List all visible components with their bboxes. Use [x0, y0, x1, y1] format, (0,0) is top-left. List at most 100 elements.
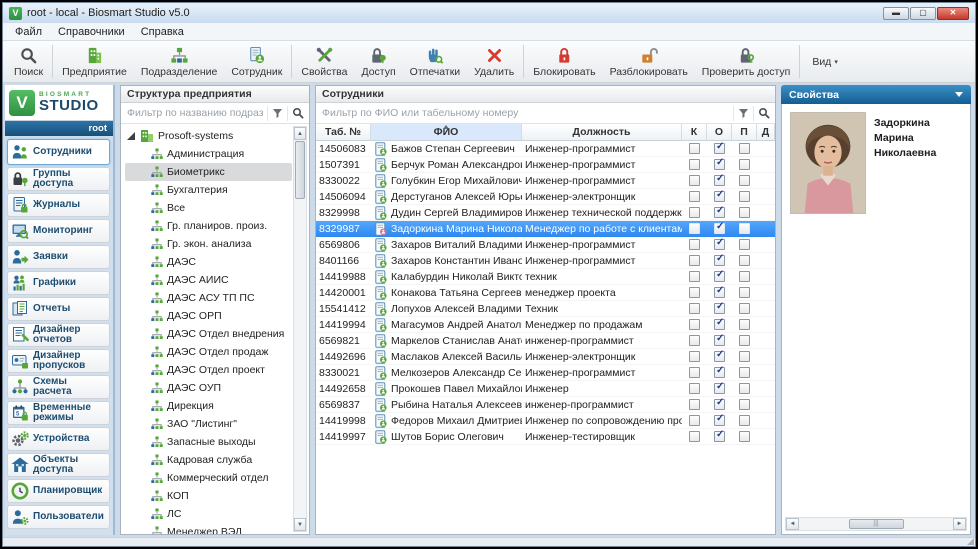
- scroll-thumb[interactable]: [849, 519, 904, 529]
- tree-item-18[interactable]: Коммерческий отдел: [125, 469, 292, 487]
- checkbox-o[interactable]: [714, 415, 725, 426]
- checkbox-k[interactable]: [689, 415, 700, 426]
- search-icon[interactable]: [753, 106, 773, 121]
- tree-item-9[interactable]: ДАЭС ОРП: [125, 307, 292, 325]
- tree-item-19[interactable]: КОП: [125, 487, 292, 505]
- tree-item-7[interactable]: ДАЭС АИИС: [125, 271, 292, 289]
- column-header-6[interactable]: Д: [757, 124, 775, 140]
- checkbox-p[interactable]: [739, 271, 750, 282]
- checkbox-p[interactable]: [739, 335, 750, 346]
- employee-row-6[interactable]: 6569806Захаров Виталий ВладимировичИнжен…: [316, 237, 775, 253]
- employee-row-15[interactable]: 14492658Прокошев Павел МихайловичИнженер: [316, 381, 775, 397]
- employee-row-5[interactable]: 8329987Задоркина Марина НиколаевнаМенедж…: [316, 221, 775, 237]
- employee-row-16[interactable]: 6569837Рыбина Наталья Алексеевнаинженер-…: [316, 397, 775, 413]
- column-header-2[interactable]: Должность: [522, 124, 682, 140]
- sidebar-item-11[interactable]: Устройства: [7, 427, 110, 451]
- checkbox-o[interactable]: [714, 319, 725, 330]
- checkbox-k[interactable]: [689, 303, 700, 314]
- checkbox-o[interactable]: [714, 335, 725, 346]
- toolbar-button-block-lock[interactable]: Блокировать: [526, 42, 602, 81]
- checkbox-k[interactable]: [689, 175, 700, 186]
- checkbox-p[interactable]: [739, 399, 750, 410]
- sidebar-item-2[interactable]: Журналы: [7, 193, 110, 217]
- tree-item-1[interactable]: Биометрикс: [125, 163, 292, 181]
- employee-row-0[interactable]: 14506083Бажов Степан СергеевичИнженер-пр…: [316, 141, 775, 157]
- tree-item-13[interactable]: ДАЭС ОУП: [125, 379, 292, 397]
- sidebar-item-8[interactable]: Дизайнер пропусков: [7, 349, 110, 373]
- employee-row-8[interactable]: 14419988Калабурдин Николай Викторовичтех…: [316, 269, 775, 285]
- toolbar-button-department[interactable]: Подразделение: [134, 42, 225, 81]
- sidebar-item-5[interactable]: Графики: [7, 271, 110, 295]
- checkbox-p[interactable]: [739, 143, 750, 154]
- checkbox-o[interactable]: [714, 431, 725, 442]
- maximize-button[interactable]: ▢: [910, 7, 936, 20]
- sidebar-item-4[interactable]: Заявки: [7, 245, 110, 269]
- toolbar-button-fingerprints[interactable]: Отпечатки: [403, 42, 468, 81]
- sidebar-item-3[interactable]: Мониторинг: [7, 219, 110, 243]
- column-header-1[interactable]: ФИО: [371, 124, 522, 140]
- checkbox-o[interactable]: [714, 239, 725, 250]
- checkbox-o[interactable]: [714, 271, 725, 282]
- checkbox-p[interactable]: [739, 351, 750, 362]
- tree-item-11[interactable]: ДАЭС Отдел продаж: [125, 343, 292, 361]
- scroll-up-icon[interactable]: ▲: [294, 127, 306, 140]
- tree-item-6[interactable]: ДАЭС: [125, 253, 292, 271]
- checkbox-k[interactable]: [689, 271, 700, 282]
- employee-row-3[interactable]: 14506094Дерстуганов Алексей ЮрьевичИнжен…: [316, 189, 775, 205]
- checkbox-k[interactable]: [689, 319, 700, 330]
- checkbox-o[interactable]: [714, 399, 725, 410]
- toolbar-button-properties[interactable]: Свойства: [294, 42, 354, 81]
- checkbox-p[interactable]: [739, 287, 750, 298]
- employee-row-13[interactable]: 14492696Маслаков Алексей ВасильевичИнжен…: [316, 349, 775, 365]
- checkbox-p[interactable]: [739, 319, 750, 330]
- tree-item-8[interactable]: ДАЭС АСУ ТП ПС: [125, 289, 292, 307]
- tree-expander-icon[interactable]: [127, 132, 135, 140]
- sidebar-item-13[interactable]: Планировщик: [7, 479, 110, 503]
- tree-root-item[interactable]: Prosoft-systems: [125, 127, 292, 145]
- checkbox-k[interactable]: [689, 351, 700, 362]
- checkbox-p[interactable]: [739, 175, 750, 186]
- checkbox-o[interactable]: [714, 303, 725, 314]
- tree-item-16[interactable]: Запасные выходы: [125, 433, 292, 451]
- menu-help[interactable]: Справка: [133, 25, 192, 39]
- checkbox-k[interactable]: [689, 431, 700, 442]
- checkbox-p[interactable]: [739, 239, 750, 250]
- checkbox-p[interactable]: [739, 415, 750, 426]
- checkbox-k[interactable]: [689, 399, 700, 410]
- employee-row-2[interactable]: 8330022Голубкин Егор МихайловичИнженер-п…: [316, 173, 775, 189]
- resize-grip[interactable]: [967, 538, 974, 545]
- tree-item-10[interactable]: ДАЭС Отдел внедрения: [125, 325, 292, 343]
- sidebar-item-12[interactable]: Объекты доступа: [7, 453, 110, 477]
- checkbox-o[interactable]: [714, 175, 725, 186]
- toolbar-button-access[interactable]: Доступ: [354, 42, 402, 81]
- checkbox-k[interactable]: [689, 367, 700, 378]
- checkbox-p[interactable]: [739, 223, 750, 234]
- scroll-thumb[interactable]: [295, 141, 305, 199]
- checkbox-k[interactable]: [689, 255, 700, 266]
- employee-row-17[interactable]: 14419998Федоров Михаил ДмитриевичИнженер…: [316, 413, 775, 429]
- checkbox-p[interactable]: [739, 207, 750, 218]
- checkbox-k[interactable]: [689, 239, 700, 250]
- sidebar-item-1[interactable]: Группы доступа: [7, 167, 110, 191]
- toolbar-button-view-menu[interactable]: Вид▾: [802, 42, 848, 81]
- checkbox-k[interactable]: [689, 159, 700, 170]
- employees-filter-input[interactable]: [318, 105, 733, 121]
- checkbox-p[interactable]: [739, 255, 750, 266]
- tree-item-15[interactable]: ЗАО "Листинг": [125, 415, 292, 433]
- clear-filter-icon[interactable]: [733, 106, 753, 121]
- column-header-4[interactable]: О: [707, 124, 732, 140]
- toolbar-button-search[interactable]: Поиск: [7, 42, 50, 81]
- sidebar-item-9[interactable]: Схемы расчета: [7, 375, 110, 399]
- tree-item-5[interactable]: Гр. экон. анализа: [125, 235, 292, 253]
- toolbar-button-delete[interactable]: Удалить: [467, 42, 521, 81]
- tree-item-20[interactable]: ЛС: [125, 505, 292, 523]
- tree-item-4[interactable]: Гр. планиров. произ.: [125, 217, 292, 235]
- checkbox-p[interactable]: [739, 383, 750, 394]
- checkbox-k[interactable]: [689, 143, 700, 154]
- checkbox-p[interactable]: [739, 159, 750, 170]
- checkbox-k[interactable]: [689, 191, 700, 202]
- sidebar-item-7[interactable]: Дизайнер отчетов: [7, 323, 110, 347]
- sidebar-item-10[interactable]: 5Временные режимы: [7, 401, 110, 425]
- checkbox-k[interactable]: [689, 335, 700, 346]
- checkbox-p[interactable]: [739, 303, 750, 314]
